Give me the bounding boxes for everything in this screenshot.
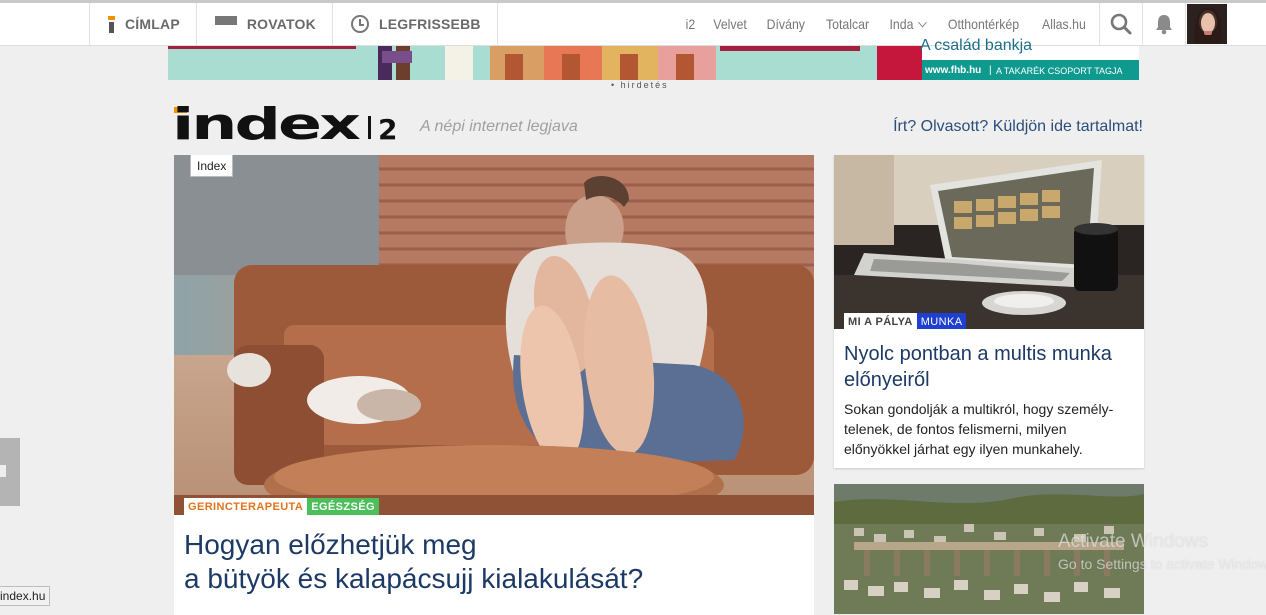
tagline: A népi internet legjava <box>420 118 578 135</box>
top-navigation-bar: CÍMLAP ROVATOK LEGFRISSEBB i2 Velvet Dív… <box>0 3 1266 46</box>
index-logo-mark: index 2 <box>174 104 397 142</box>
logo-section-number: 2 <box>378 113 397 142</box>
search-icon <box>1110 13 1132 35</box>
notifications-button[interactable] <box>1142 3 1185 45</box>
site-link-divany[interactable]: Dívány <box>767 16 805 32</box>
site-link-inda-label: Inda <box>889 16 914 32</box>
main-article-card[interactable]: Index GERINCTERAPEUTA EGÉSZSÉG Hogyan el… <box>174 155 814 615</box>
site-link-velvet[interactable]: Velvet <box>714 16 748 32</box>
laptop-office-photo <box>834 155 1144 329</box>
advertisement-banner[interactable]: nra A család bankja www.fhb.hu | A TAKAR… <box>153 37 1139 80</box>
avatar-photo <box>1187 4 1227 44</box>
nav-rovatok[interactable]: ROVATOK <box>197 3 333 45</box>
feet-on-table-photo <box>174 155 814 515</box>
activate-windows-title: Activate Windows <box>1058 531 1208 552</box>
site-link-otthonterkep[interactable]: Otthontérkép <box>948 16 1019 32</box>
main-article-title[interactable]: Hogyan előzhetjük meg a bütyök és kalapá… <box>184 528 784 596</box>
nav-cimlap-label: CÍMLAP <box>125 16 180 32</box>
main-title-line1: Hogyan előzhetjük meg <box>184 529 477 560</box>
label-munka[interactable]: MUNKA <box>916 313 967 329</box>
menu-icon <box>214 16 237 32</box>
main-title-line2: a bütyök és kalapácsujj kialakulását? <box>184 563 644 594</box>
bell-icon <box>1156 15 1172 35</box>
side-article-labels: MI A PÁLYA MUNKA <box>844 313 967 329</box>
index2-logo[interactable]: index 2 <box>174 104 406 142</box>
site-link-totalcar[interactable]: Totalcar <box>826 16 869 32</box>
ad-label-text: hirdetés <box>620 80 669 90</box>
ad-url: www.fhb.hu <box>925 65 982 76</box>
source-tag[interactable]: Index <box>190 155 234 177</box>
side-widget-tab[interactable] <box>0 438 20 506</box>
main-article-labels: GERINCTERAPEUTA EGÉSZSÉG <box>184 498 379 515</box>
user-avatar[interactable] <box>1185 3 1227 45</box>
ad-slogan: A család bankja <box>920 37 1033 54</box>
activate-windows-subtitle: Go to Settings to activate Windows. <box>1058 556 1266 572</box>
label-egeszseg[interactable]: EGÉSZSÉG <box>307 498 379 515</box>
side-article-card[interactable]: MI A PÁLYA MUNKA Nyolc pontban a multis … <box>834 155 1144 468</box>
side-article-lead: Sokan gondolják a multikról, hogy személ… <box>844 401 1114 457</box>
clock-icon <box>350 15 369 33</box>
chevron-down-icon <box>918 17 928 27</box>
site-link-inda[interactable]: Inda <box>889 16 928 32</box>
side-article-title[interactable]: Nyolc pontban a multis munka előnyeiről <box>844 341 1139 393</box>
nav-legfrissebb-label: LEGFRISSEBB <box>378 16 481 32</box>
submit-content-link[interactable]: Írt? Olvasott? Küldjön ide tartalmat! <box>893 118 1143 136</box>
label-gerincterapeuta[interactable]: GERINCTERAPEUTA <box>184 498 308 515</box>
search-button[interactable] <box>1099 3 1142 45</box>
ad-separator: | <box>989 65 992 76</box>
main-nav: CÍMLAP ROVATOK LEGFRISSEBB <box>89 3 498 45</box>
widget-icon <box>0 465 6 477</box>
logo-text: index <box>174 104 360 142</box>
nav-rovatok-label: ROVATOK <box>246 16 316 32</box>
nav-cimlap[interactable]: CÍMLAP <box>90 3 197 45</box>
ad-label: • hirdetés <box>611 80 669 90</box>
label-mi-a-palya[interactable]: MI A PÁLYA <box>844 313 917 329</box>
side-article-image[interactable]: MI A PÁLYA MUNKA <box>834 155 1144 329</box>
site-link-allas[interactable]: Allas.hu <box>1042 16 1086 32</box>
ad-group: A TAKARÉK CSOPORT TAGJA <box>996 66 1123 76</box>
index-i-icon <box>108 15 115 33</box>
nav-legfrissebb[interactable]: LEGFRISSEBB <box>333 3 498 45</box>
site-link-i2[interactable]: i2 <box>686 16 696 32</box>
status-bar-url: index.hu <box>0 586 51 606</box>
main-article-image[interactable]: Index GERINCTERAPEUTA EGÉSZSÉG <box>174 155 814 515</box>
